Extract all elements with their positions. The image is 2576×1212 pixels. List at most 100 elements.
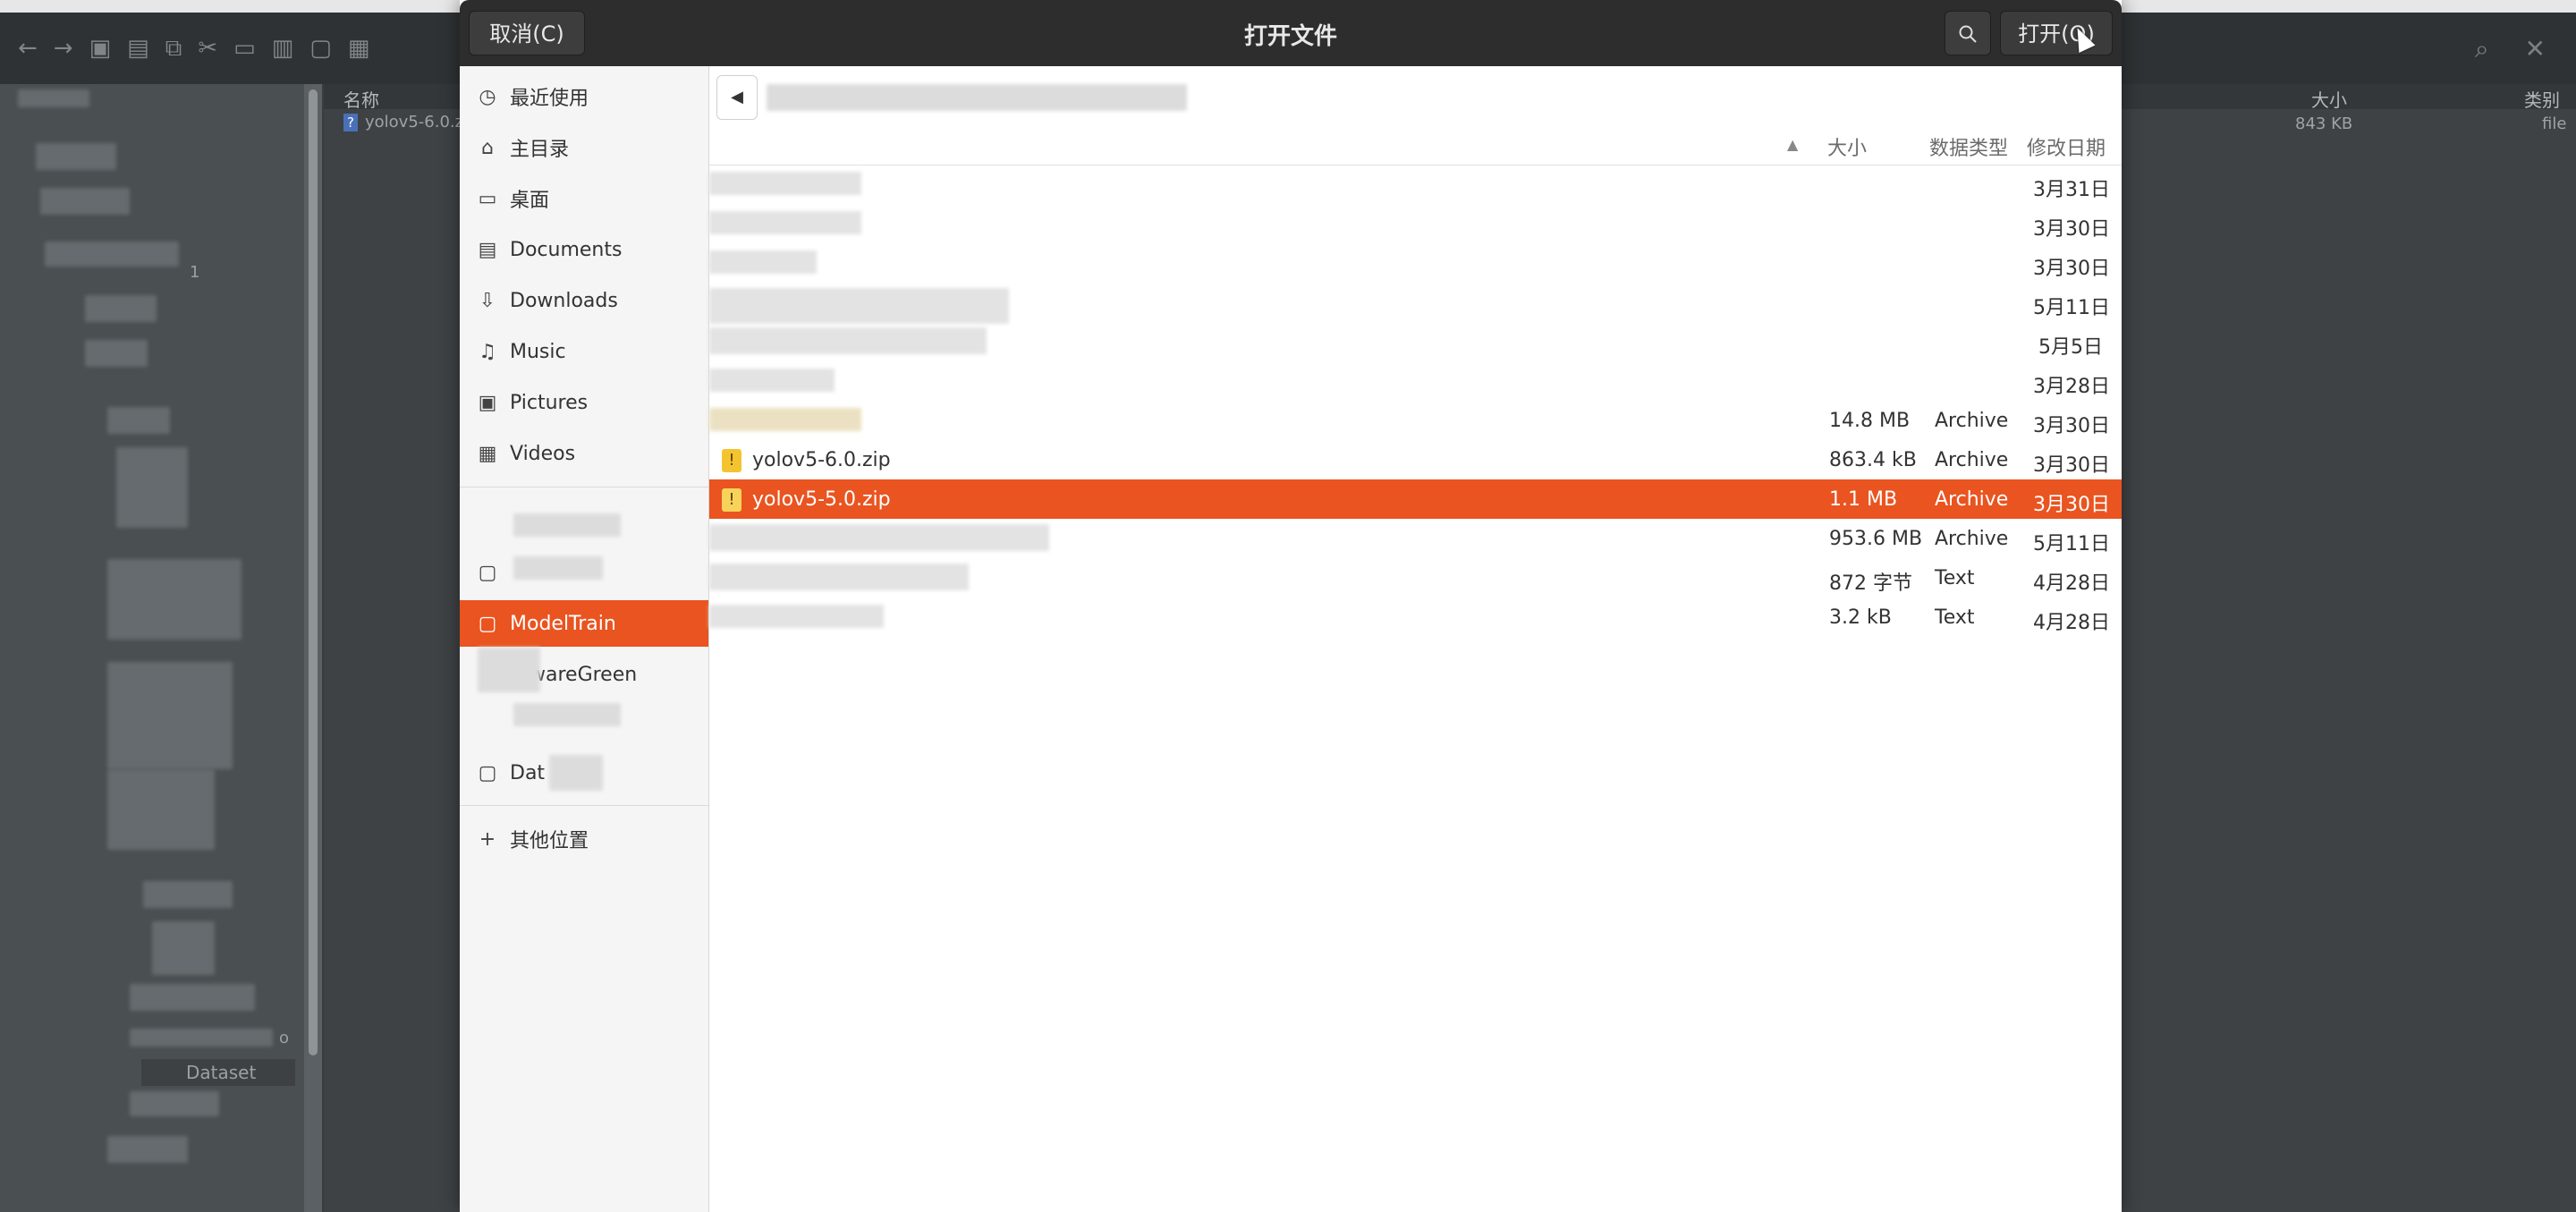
bg-name-header[interactable]: 名称 bbox=[343, 86, 379, 112]
size-column-header[interactable]: 大小 bbox=[1827, 132, 1867, 161]
file-name: yolov5-5.0.zip bbox=[752, 488, 891, 511]
file-row[interactable]: 5月5日 bbox=[709, 322, 2122, 361]
archive-icon: ! bbox=[722, 449, 741, 472]
search-button[interactable] bbox=[1945, 11, 1991, 55]
place-pictures[interactable]: ▣ Pictures bbox=[460, 379, 708, 426]
place-documents[interactable]: ▤ Documents bbox=[460, 226, 708, 273]
type-column-header[interactable]: 数据类型 bbox=[1929, 132, 2008, 161]
place-label: Videos bbox=[510, 442, 576, 465]
place-videos[interactable]: ▦ Videos bbox=[460, 430, 708, 477]
file-row[interactable]: 3月30日 bbox=[709, 243, 2122, 283]
redacted-block bbox=[18, 89, 89, 107]
archive-icon: ! bbox=[722, 488, 741, 512]
redacted-block bbox=[107, 769, 215, 850]
file-name: yolov5-6.0.zip bbox=[752, 449, 891, 471]
file-modified: 4月28日 bbox=[2033, 612, 2110, 634]
redacted-block bbox=[107, 559, 242, 640]
file-modified: 3月30日 bbox=[2033, 415, 2110, 437]
path-back-button[interactable]: ◀ bbox=[716, 75, 758, 120]
modified-column-header[interactable]: 修改日期 bbox=[2027, 132, 2106, 161]
file-row[interactable]: 3月31日 bbox=[709, 165, 2122, 204]
search-icon[interactable]: ⌕ bbox=[2475, 34, 2489, 64]
redacted-name bbox=[709, 288, 1009, 324]
file-row[interactable]: 5月11日 bbox=[709, 283, 2122, 324]
redacted-block bbox=[107, 662, 233, 769]
redacted-name bbox=[709, 369, 835, 392]
background-right-icons: ⌕ ✕ bbox=[2475, 34, 2546, 64]
sort-ascending-icon: ▲ bbox=[1787, 136, 1799, 153]
place-desktop[interactable]: ▭ 桌面 bbox=[460, 175, 708, 222]
file-size: 14.8 MB bbox=[1829, 410, 1911, 432]
place-label: 主目录 bbox=[510, 139, 570, 161]
desktop-icon: ▭ bbox=[478, 187, 497, 210]
redacted-block bbox=[45, 242, 179, 267]
paste-icon[interactable]: ▭ bbox=[233, 35, 256, 62]
redacted-block bbox=[143, 881, 233, 908]
file-row[interactable]: ! yolov5-6.0.zip 863.4 kB Archive 3月30日 bbox=[709, 440, 2122, 479]
place-label: 最近使用 bbox=[510, 88, 589, 110]
place-home[interactable]: ⌂ 主目录 bbox=[460, 124, 708, 171]
bg-file-name: yolov5-6.0.z bbox=[365, 113, 464, 131]
file-modified: 3月28日 bbox=[2033, 376, 2110, 398]
redacted-block bbox=[513, 513, 621, 537]
file-row[interactable]: 872 字节 Text 4月28日 bbox=[709, 558, 2122, 598]
place-recent[interactable]: ◷ 最近使用 bbox=[460, 73, 708, 120]
unknown-file-icon: ? bbox=[343, 114, 358, 131]
file-row[interactable]: 3.2 kB Text 4月28日 bbox=[709, 598, 2122, 637]
back-icon[interactable]: ← bbox=[18, 35, 38, 62]
file-name-cell: ! yolov5-6.0.zip bbox=[722, 449, 891, 472]
download-icon: ⇩ bbox=[479, 289, 496, 312]
folder-icon: ▢ bbox=[478, 612, 497, 635]
file-row-selected[interactable]: ! yolov5-5.0.zip 1.1 MB Archive 3月30日 bbox=[709, 479, 2122, 519]
redacted-name bbox=[709, 605, 884, 628]
bg-folder-dataset[interactable]: Dataset bbox=[141, 1059, 295, 1086]
delete-icon[interactable]: ▥ bbox=[272, 35, 294, 62]
places-separator bbox=[460, 805, 708, 806]
copy-icon[interactable]: ⧉ bbox=[165, 35, 182, 63]
file-name-cell: ! yolov5-5.0.zip bbox=[722, 488, 891, 512]
bg-size-header[interactable]: 大小 bbox=[2311, 86, 2347, 112]
forward-icon[interactable]: → bbox=[54, 35, 73, 62]
dialog-titlebar: 取消(C) 打开文件 打开(O) bbox=[460, 0, 2122, 66]
redacted-block bbox=[40, 188, 130, 215]
place-music[interactable]: ♫ Music bbox=[460, 328, 708, 375]
search-icon bbox=[1959, 25, 1977, 43]
cut-icon[interactable]: ✂ bbox=[198, 35, 217, 62]
place-label: Dat bbox=[510, 761, 546, 784]
background-scroll-thumb[interactable] bbox=[309, 89, 318, 1055]
clock-icon: ◷ bbox=[479, 85, 496, 108]
file-row[interactable]: 14.8 MB Archive 3月30日 bbox=[709, 401, 2122, 440]
new-file-icon[interactable]: ▤ bbox=[127, 35, 149, 62]
place-modeltrain[interactable]: ▢ ModelTrain bbox=[460, 600, 708, 647]
bg-type-header[interactable]: 类别 bbox=[2524, 86, 2560, 112]
bg-file-size: 843 KB bbox=[2295, 114, 2353, 133]
file-size: 872 字节 bbox=[1829, 572, 1912, 595]
redacted-name bbox=[709, 564, 969, 590]
file-list-pane: ◀ ▲ 大小 数据类型 修改日期 3月31日 3月30日 3月30日 5月11日… bbox=[709, 66, 2122, 1212]
file-size: 953.6 MB bbox=[1829, 528, 1923, 550]
bg-file-row[interactable]: ? yolov5-6.0.z bbox=[343, 113, 463, 131]
rename-icon[interactable]: ▢ bbox=[309, 35, 332, 62]
redacted-block bbox=[549, 755, 603, 791]
file-type: Text bbox=[1935, 606, 1975, 629]
redacted-block bbox=[130, 1029, 273, 1047]
file-row[interactable]: 953.6 MB Archive 5月11日 bbox=[709, 519, 2122, 558]
bg-folder-label: Dataset bbox=[186, 1062, 257, 1083]
file-size: 863.4 kB bbox=[1829, 449, 1917, 471]
file-modified: 5月11日 bbox=[2033, 297, 2110, 319]
document-icon: ▤ bbox=[478, 238, 497, 261]
redacted-block bbox=[513, 703, 621, 726]
place-other-locations[interactable]: + 其他位置 bbox=[460, 816, 708, 862]
redacted-block bbox=[478, 648, 540, 692]
file-type: Archive bbox=[1935, 528, 2009, 550]
file-row[interactable]: 3月28日 bbox=[709, 361, 2122, 401]
grid-icon[interactable]: ▦ bbox=[348, 35, 370, 62]
place-label: Downloads bbox=[510, 289, 618, 312]
place-downloads[interactable]: ⇩ Downloads bbox=[460, 277, 708, 324]
file-row[interactable]: 3月30日 bbox=[709, 204, 2122, 243]
column-header: ▲ 大小 数据类型 修改日期 bbox=[709, 125, 2122, 165]
close-icon[interactable]: ✕ bbox=[2525, 34, 2546, 64]
open-button[interactable]: 打开(O) bbox=[2000, 11, 2113, 55]
redacted-name bbox=[709, 524, 1049, 551]
new-folder-icon[interactable]: ▣ bbox=[89, 35, 112, 62]
